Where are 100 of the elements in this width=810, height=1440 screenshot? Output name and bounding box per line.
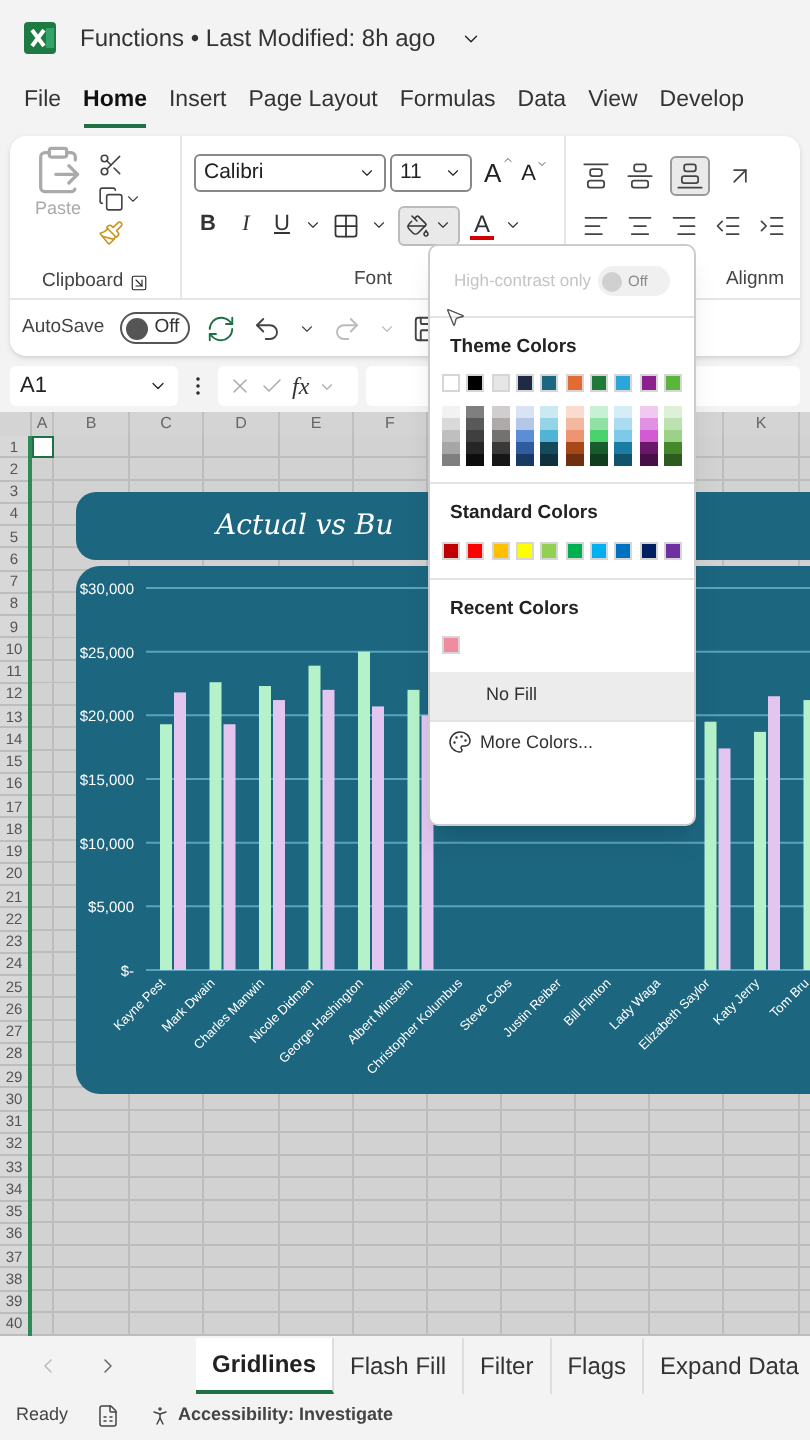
- shrink-font-button[interactable]: A: [521, 157, 549, 190]
- menu-tab[interactable]: Page Layout: [248, 84, 378, 128]
- chevron-down-icon[interactable]: [304, 216, 322, 234]
- color-swatch[interactable]: [515, 541, 534, 559]
- color-swatch[interactable]: [663, 454, 682, 467]
- color-swatch[interactable]: [491, 406, 510, 419]
- borders-icon[interactable]: [332, 211, 360, 239]
- color-swatch[interactable]: [466, 442, 485, 455]
- menu-tab[interactable]: File: [24, 84, 62, 128]
- align-middle-icon[interactable]: [626, 162, 654, 190]
- color-swatch[interactable]: [442, 430, 460, 443]
- color-swatch[interactable]: [614, 454, 633, 467]
- color-swatch[interactable]: [663, 406, 682, 419]
- color-swatch[interactable]: [663, 430, 682, 443]
- color-swatch[interactable]: [565, 406, 584, 419]
- sheet-tab[interactable]: Filter: [464, 1338, 552, 1394]
- color-swatch[interactable]: [565, 541, 584, 559]
- color-swatch[interactable]: [466, 374, 485, 393]
- color-swatch[interactable]: [515, 418, 534, 431]
- sheet-tab[interactable]: Expand Data: [644, 1338, 810, 1394]
- sheet-view-icon[interactable]: [96, 1404, 121, 1428]
- selected-cell[interactable]: [32, 436, 54, 459]
- color-swatch[interactable]: [639, 418, 658, 431]
- copy-icon[interactable]: [98, 186, 124, 212]
- sheet-tab[interactable]: Flags: [551, 1338, 645, 1394]
- document-title[interactable]: Functions • Last Modified: 8h ago: [80, 20, 436, 56]
- grow-font-button[interactable]: A: [484, 154, 514, 193]
- no-fill-item[interactable]: No Fill: [430, 671, 694, 720]
- column-header[interactable]: F: [385, 412, 395, 436]
- color-swatch[interactable]: [639, 406, 658, 419]
- color-swatch[interactable]: [589, 541, 608, 559]
- font-size-dropdown[interactable]: 11: [390, 154, 472, 193]
- color-swatch[interactable]: [442, 442, 460, 455]
- column-header[interactable]: E: [310, 412, 322, 436]
- menu-tab[interactable]: Insert: [168, 84, 227, 128]
- menu-tab[interactable]: Develop: [659, 84, 744, 128]
- cut-icon[interactable]: [98, 152, 124, 178]
- menu-tab[interactable]: Formulas: [399, 84, 496, 128]
- color-swatch[interactable]: [540, 406, 559, 419]
- color-swatch[interactable]: [589, 454, 608, 467]
- font-name-dropdown[interactable]: Calibri: [194, 154, 386, 193]
- color-swatch[interactable]: [466, 541, 485, 559]
- color-swatch[interactable]: [614, 430, 633, 443]
- color-swatch[interactable]: [442, 635, 460, 654]
- column-header[interactable]: B: [85, 412, 97, 436]
- color-swatch[interactable]: [565, 430, 584, 443]
- color-swatch[interactable]: [515, 442, 534, 455]
- color-swatch[interactable]: [515, 406, 534, 419]
- align-left-icon[interactable]: [582, 212, 610, 240]
- menu-tab[interactable]: View: [588, 84, 638, 128]
- chevron-down-icon[interactable]: [504, 216, 522, 234]
- color-swatch[interactable]: [663, 374, 682, 393]
- color-swatch[interactable]: [540, 418, 559, 431]
- color-swatch[interactable]: [614, 406, 633, 419]
- autosave-toggle[interactable]: Off: [120, 312, 190, 344]
- increase-indent-icon[interactable]: [758, 212, 786, 240]
- color-swatch[interactable]: [491, 541, 510, 559]
- chevron-down-icon[interactable]: [124, 190, 142, 208]
- color-swatch[interactable]: [515, 454, 534, 467]
- column-header[interactable]: A: [36, 412, 48, 436]
- color-swatch[interactable]: [540, 430, 559, 443]
- color-swatch[interactable]: [614, 541, 633, 559]
- sheet-tab[interactable]: Flash Fill: [334, 1338, 465, 1394]
- color-swatch[interactable]: [663, 442, 682, 455]
- column-header[interactable]: C: [160, 412, 172, 436]
- column-header[interactable]: K: [755, 412, 767, 436]
- color-swatch[interactable]: [663, 418, 682, 431]
- color-swatch[interactable]: [491, 418, 510, 431]
- color-swatch[interactable]: [442, 454, 460, 467]
- color-swatch[interactable]: [515, 430, 534, 443]
- color-swatch[interactable]: [589, 442, 608, 455]
- align-right-icon[interactable]: [670, 212, 698, 240]
- color-swatch[interactable]: [565, 442, 584, 455]
- accessibility-status[interactable]: Accessibility: Investigate: [178, 1402, 394, 1430]
- color-swatch[interactable]: [540, 374, 559, 393]
- color-swatch[interactable]: [663, 541, 682, 559]
- chevron-down-icon[interactable]: [370, 216, 388, 234]
- color-swatch[interactable]: [639, 374, 658, 393]
- color-swatch[interactable]: [442, 406, 460, 419]
- bold-button[interactable]: B: [194, 208, 222, 242]
- format-painter-icon[interactable]: [98, 220, 124, 246]
- color-swatch[interactable]: [540, 454, 559, 467]
- underline-button[interactable]: U: [270, 208, 294, 242]
- menu-tab[interactable]: Home: [83, 84, 147, 128]
- color-swatch[interactable]: [540, 442, 559, 455]
- color-swatch[interactable]: [466, 430, 485, 443]
- color-swatch[interactable]: [491, 454, 510, 467]
- color-swatch[interactable]: [466, 454, 485, 467]
- more-colors-item[interactable]: More Colors...: [430, 719, 694, 764]
- color-swatch[interactable]: [639, 541, 658, 559]
- color-swatch[interactable]: [565, 454, 584, 467]
- color-swatch[interactable]: [491, 442, 510, 455]
- color-swatch[interactable]: [614, 442, 633, 455]
- color-swatch[interactable]: [565, 374, 584, 393]
- color-swatch[interactable]: [589, 418, 608, 431]
- column-header[interactable]: D: [235, 412, 247, 436]
- menu-tab[interactable]: Data: [517, 84, 567, 128]
- font-color-button[interactable]: A: [470, 211, 494, 239]
- color-swatch[interactable]: [466, 406, 485, 419]
- undo-icon[interactable]: [251, 313, 282, 343]
